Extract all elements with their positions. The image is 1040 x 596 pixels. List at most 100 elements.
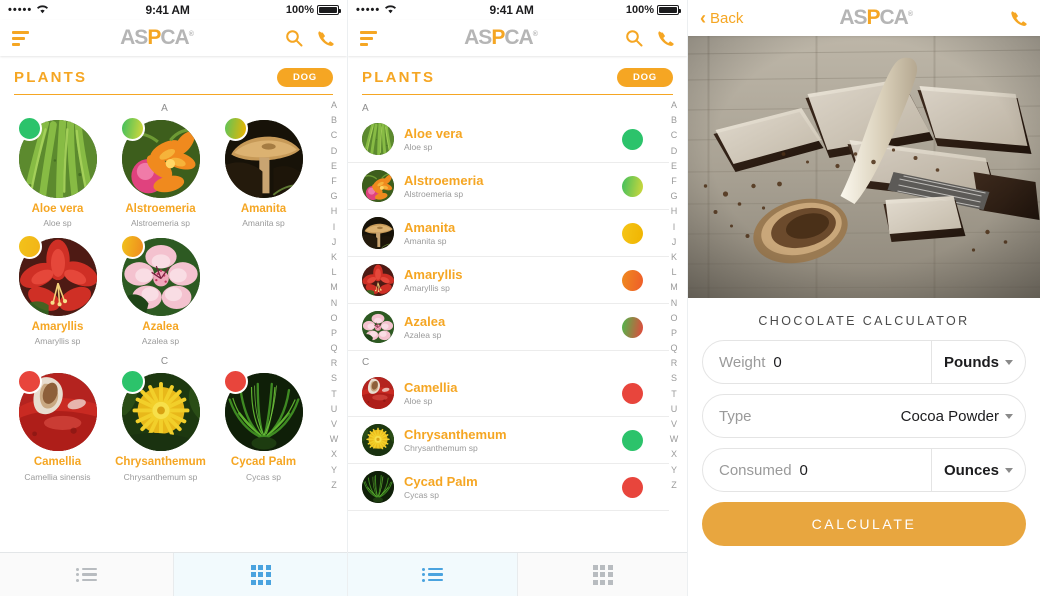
plant-list-item[interactable]: Camellia Aloe sp	[348, 370, 669, 417]
alpha-index-letter[interactable]: P	[331, 326, 337, 341]
aspca-logo: ASPCA®	[120, 26, 194, 50]
alpha-index-letter[interactable]: U	[331, 402, 338, 417]
alpha-index-letter[interactable]: X	[331, 447, 337, 462]
species-filter-pill-dog[interactable]: DOG	[616, 68, 673, 87]
calculate-button[interactable]: CALCULATE	[702, 502, 1026, 546]
alpha-index-letter[interactable]: E	[331, 159, 337, 174]
alpha-index-letter[interactable]: D	[671, 144, 678, 159]
field-unit-select[interactable]: Pounds	[931, 341, 1025, 383]
alpha-index-letter[interactable]: Q	[670, 341, 677, 356]
alpha-index-letter[interactable]: G	[670, 189, 677, 204]
alpha-index-letter[interactable]: X	[671, 447, 677, 462]
alpha-index-letter[interactable]: U	[671, 402, 678, 417]
tab-grid-view[interactable]	[518, 553, 687, 596]
plant-grid-card[interactable]: Alstroemeria Alstroemeria sp	[109, 116, 212, 228]
alpha-index-letter[interactable]: A	[331, 98, 337, 113]
field-value[interactable]: 0	[792, 462, 931, 479]
alpha-index-letter[interactable]: J	[332, 235, 337, 250]
alpha-index-letter[interactable]: F	[671, 174, 677, 189]
alpha-index-letter[interactable]: G	[330, 189, 337, 204]
plant-grid-card[interactable]: Azalea Azalea sp	[109, 234, 212, 346]
alpha-index-letter[interactable]: N	[671, 295, 678, 310]
alpha-index-letter[interactable]: L	[331, 265, 336, 280]
alpha-index-letter[interactable]: M	[330, 280, 338, 295]
alpha-index-letter[interactable]: D	[331, 144, 338, 159]
alpha-index-letter[interactable]: Y	[331, 463, 337, 478]
plant-thumbnail-wrap	[16, 369, 97, 452]
alpha-index-letter[interactable]: W	[330, 432, 339, 447]
alpha-index-letter[interactable]: S	[671, 371, 677, 386]
field-unit-select[interactable]: Cocoa Powder	[889, 395, 1025, 437]
species-filter-pill-dog[interactable]: DOG	[276, 68, 333, 87]
alpha-index-letter[interactable]: T	[331, 387, 337, 402]
alpha-index-letter[interactable]: S	[331, 371, 337, 386]
phone-icon[interactable]	[315, 28, 335, 48]
alpha-index-letter[interactable]: Q	[330, 341, 337, 356]
alpha-index-letter[interactable]: F	[331, 174, 337, 189]
hamburger-filter-icon[interactable]	[360, 30, 377, 46]
plant-name: Aloe vera	[404, 125, 463, 141]
field-unit-select[interactable]: Ounces	[930, 449, 1025, 491]
calculator-field[interactable]: Consumed 0 Ounces	[702, 448, 1026, 492]
tab-list-view[interactable]	[0, 553, 174, 596]
alpha-index-letter[interactable]: R	[331, 356, 338, 371]
hamburger-filter-icon[interactable]	[12, 30, 29, 46]
alpha-index-letter[interactable]: Y	[671, 463, 677, 478]
alpha-index-letter[interactable]: H	[331, 204, 338, 219]
plant-list-item[interactable]: Azalea Azalea sp	[348, 304, 669, 351]
alpha-index-letter[interactable]: W	[670, 432, 679, 447]
alpha-index-letter[interactable]: K	[671, 250, 677, 265]
plant-grid-card[interactable]: Aloe vera Aloe sp	[6, 116, 109, 228]
plant-grid-card[interactable]: Amanita Amanita sp	[212, 116, 315, 228]
alpha-index-letter[interactable]: O	[670, 311, 677, 326]
alpha-index-letter[interactable]: V	[671, 417, 677, 432]
alpha-index-letter[interactable]: J	[672, 235, 677, 250]
plant-grid-card[interactable]: Amaryllis Amaryllis sp	[6, 234, 109, 346]
alpha-index-letter[interactable]: K	[331, 250, 337, 265]
plant-grid-card[interactable]: Camellia Camellia sinensis	[6, 369, 109, 482]
calculator-field[interactable]: Type Cocoa Powder	[702, 394, 1026, 438]
alpha-index-letter[interactable]: Z	[331, 478, 337, 493]
plant-grid-card[interactable]: Cycad Palm Cycas sp	[212, 369, 315, 482]
plants-list[interactable]: A Aloe vera Aloe sp Alstroemeria Alstroe…	[348, 95, 687, 549]
alpha-index-letter[interactable]: R	[671, 356, 678, 371]
alpha-index-letter[interactable]: C	[331, 128, 338, 143]
plant-list-item[interactable]: Chrysanthemum Chrysanthemum sp	[348, 417, 669, 464]
alpha-index-letter[interactable]: C	[671, 128, 678, 143]
search-icon[interactable]	[284, 28, 304, 48]
alpha-index-letter[interactable]: I	[333, 220, 336, 235]
alpha-index-letter[interactable]: V	[331, 417, 337, 432]
plant-list-item[interactable]: Alstroemeria Alstroemeria sp	[348, 163, 669, 210]
field-value[interactable]: 0	[765, 354, 931, 371]
tab-list-view[interactable]	[348, 553, 518, 596]
alpha-index-letter[interactable]: B	[331, 113, 337, 128]
plant-list-item[interactable]: Amaryllis Amaryllis sp	[348, 257, 669, 304]
alpha-index-letter[interactable]: O	[330, 311, 337, 326]
alpha-index-letter[interactable]: I	[673, 220, 676, 235]
alpha-index-letter[interactable]: H	[671, 204, 678, 219]
alpha-index-letter[interactable]: E	[671, 159, 677, 174]
search-icon[interactable]	[624, 28, 644, 48]
plant-list-item[interactable]: Cycad Palm Cycas sp	[348, 464, 669, 511]
calculator-field[interactable]: Weight 0 Pounds	[702, 340, 1026, 384]
alphabet-index-grid[interactable]: ABCDEFGHIJKLMNOPQRSTUVWXYZ	[325, 98, 343, 493]
alpha-index-letter[interactable]: T	[671, 387, 677, 402]
alpha-index-letter[interactable]: Z	[671, 478, 677, 493]
tab-grid-view[interactable]	[174, 553, 347, 596]
plants-grid[interactable]: A Aloe vera Aloe sp Alstroemeria Alstroe…	[0, 95, 347, 549]
alphabet-index-list[interactable]: ABCDEFGHIJKLMNOPQRSTUVWXYZ	[665, 98, 683, 493]
plant-list-item[interactable]: Amanita Amanita sp	[348, 210, 669, 257]
alpha-index-letter[interactable]: L	[671, 265, 676, 280]
alpha-index-letter[interactable]: A	[671, 98, 677, 113]
alpha-index-letter[interactable]: B	[671, 113, 677, 128]
alpha-index-letter[interactable]: M	[670, 280, 678, 295]
phone-icon[interactable]	[655, 28, 675, 48]
plant-scientific-name: Amanita sp	[404, 236, 447, 247]
alpha-index-letter[interactable]: P	[671, 326, 677, 341]
plant-thumbnail-wrap	[16, 234, 97, 317]
back-button[interactable]: ‹ Back	[700, 9, 743, 27]
plant-grid-card[interactable]: Chrysanthemum Chrysanthemum sp	[109, 369, 212, 482]
phone-icon[interactable]	[1008, 8, 1028, 28]
alpha-index-letter[interactable]: N	[331, 295, 338, 310]
plant-list-item[interactable]: Aloe vera Aloe sp	[348, 116, 669, 163]
